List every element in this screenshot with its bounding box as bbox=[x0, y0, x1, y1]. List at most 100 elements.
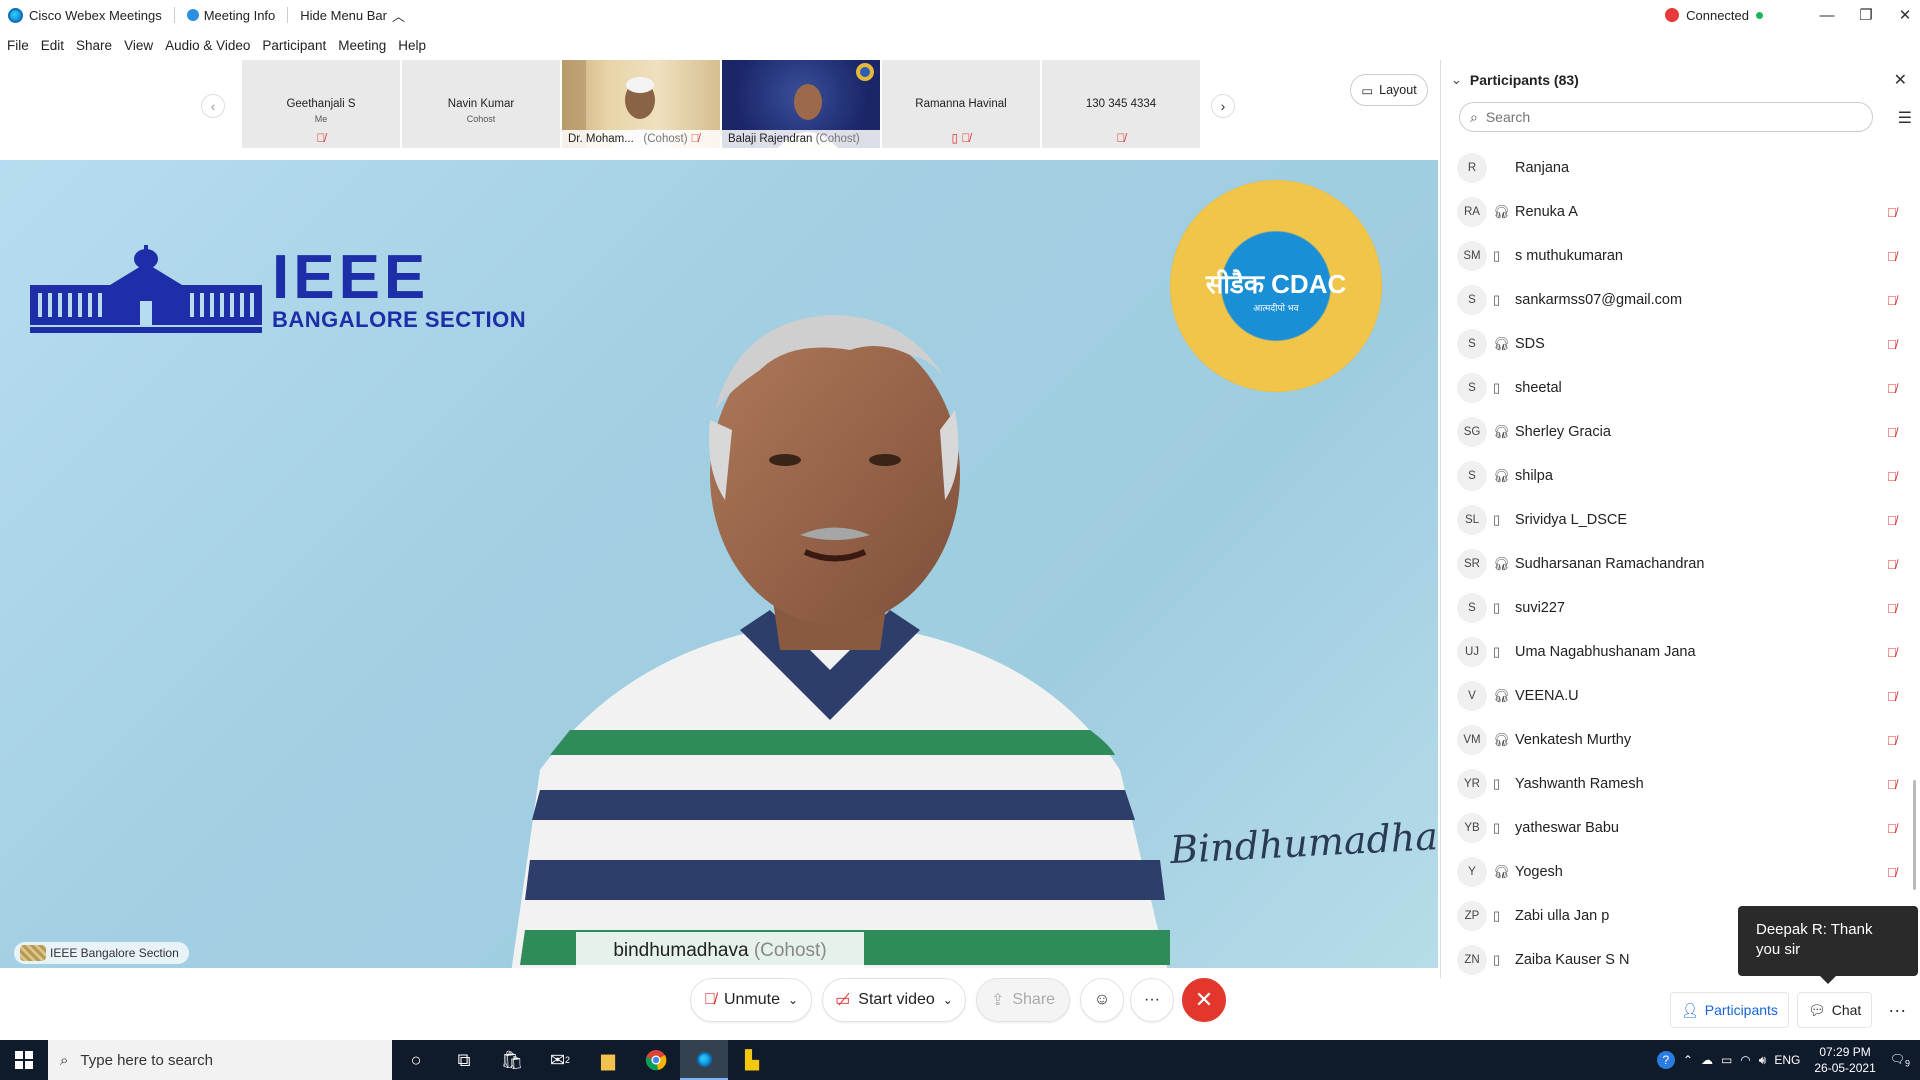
chat-toggle-button[interactable]: 💬︎ Chat bbox=[1796, 992, 1873, 1028]
participant-row[interactable]: SM ▯ s muthukumaran 🎙̸ bbox=[1441, 234, 1920, 278]
participant-video-tile[interactable]: Dr. Moham... (Cohost) 🎙̸ bbox=[562, 60, 720, 148]
muted-mic-icon[interactable]: 🎙̸ bbox=[1887, 821, 1897, 836]
reactions-button[interactable]: ☺ bbox=[1080, 978, 1124, 1022]
meeting-info-button[interactable]: Meeting Info bbox=[186, 8, 275, 23]
muted-mic-icon[interactable]: 🎙̸ bbox=[1887, 645, 1897, 660]
taskbar-search-box[interactable]: ⌕ Type here to search bbox=[48, 1040, 392, 1080]
start-button[interactable] bbox=[0, 1040, 48, 1080]
participants-toggle-button[interactable]: 👤︎ Participants bbox=[1670, 992, 1789, 1028]
participant-list-scrollbar[interactable] bbox=[1913, 780, 1916, 890]
clock-time: 07:29 PM bbox=[1819, 1045, 1871, 1059]
menu-audio-video[interactable]: Audio & Video bbox=[165, 38, 250, 53]
close-icon[interactable]: ✕ bbox=[1890, 6, 1920, 24]
menu-share[interactable]: Share bbox=[76, 38, 112, 53]
participant-row[interactable]: SG 🎧︎ Sherley Gracia 🎙̸ bbox=[1441, 410, 1920, 454]
start-video-button[interactable]: ▭̸ Start video ⌄ bbox=[822, 978, 966, 1022]
menu-meeting[interactable]: Meeting bbox=[338, 38, 386, 53]
share-button[interactable]: ⇪ Share bbox=[976, 978, 1070, 1022]
participant-video-tile[interactable]: Balaji Rajendran (Cohost) bbox=[722, 60, 880, 148]
cortana-icon[interactable]: ○ bbox=[392, 1040, 440, 1080]
active-speaker-video[interactable]: IEEE BANGALORE SECTION सीडैक CDAC आत्मदी… bbox=[0, 160, 1438, 968]
muted-mic-icon: 🎙̸ bbox=[316, 131, 326, 145]
menu-file[interactable]: File bbox=[7, 38, 29, 53]
participant-row[interactable]: S 🎧︎ shilpa 🎙̸ bbox=[1441, 454, 1920, 498]
chevron-down-icon[interactable]: ⌄ bbox=[943, 993, 953, 1007]
muted-mic-icon[interactable]: 🎙̸ bbox=[1887, 777, 1897, 792]
muted-mic-icon[interactable]: 🎙̸ bbox=[1887, 601, 1897, 616]
wifi-icon[interactable]: ◠ bbox=[1740, 1053, 1750, 1067]
restore-icon[interactable]: ❐ bbox=[1851, 6, 1881, 24]
muted-mic-icon[interactable]: 🎙̸ bbox=[1887, 469, 1897, 484]
language-indicator[interactable]: ENG bbox=[1774, 1053, 1800, 1067]
participant-row[interactable]: R Ranjana bbox=[1441, 146, 1920, 190]
menu-help[interactable]: Help bbox=[398, 38, 426, 53]
muted-mic-icon[interactable]: 🎙̸ bbox=[1887, 381, 1897, 396]
muted-mic-icon[interactable]: 🎙̸ bbox=[1887, 425, 1897, 440]
participant-name: sankarmss07@gmail.com bbox=[1515, 292, 1683, 308]
close-panel-icon[interactable]: ✕ bbox=[1894, 70, 1907, 90]
participant-row[interactable]: VM 🎧︎ Venkatesh Murthy 🎙̸ bbox=[1441, 718, 1920, 762]
participant-row[interactable]: S ▯ suvi227 🎙̸ bbox=[1441, 586, 1920, 630]
muted-mic-icon[interactable]: 🎙̸ bbox=[1887, 689, 1897, 704]
muted-mic-icon[interactable]: 🎙̸ bbox=[1887, 293, 1897, 308]
muted-mic-icon[interactable]: 🎙̸ bbox=[1887, 337, 1897, 352]
participant-row[interactable]: SL ▯ Srividya L_DSCE 🎙̸ bbox=[1441, 498, 1920, 542]
participant-row[interactable]: YB ▯ yatheswar Babu 🎙̸ bbox=[1441, 806, 1920, 850]
menu-edit[interactable]: Edit bbox=[41, 38, 64, 53]
volume-icon[interactable]: 🔊︎ bbox=[1759, 1053, 1767, 1068]
participant-tile[interactable]: Ramanna Havinal ▯ 🎙̸ bbox=[882, 60, 1040, 148]
store-icon[interactable]: 🛍︎ bbox=[488, 1040, 536, 1080]
show-hidden-icons[interactable]: ⌃ bbox=[1683, 1053, 1693, 1067]
mail-icon[interactable]: ✉ 2 bbox=[536, 1040, 584, 1080]
participant-name: Zabi ulla Jan p bbox=[1515, 908, 1610, 924]
chevron-up-icon: ︿ bbox=[391, 8, 405, 24]
battery-icon[interactable]: ▭ bbox=[1721, 1053, 1732, 1067]
participant-row[interactable]: Y 🎧︎ Yogesh 🎙̸ bbox=[1441, 850, 1920, 894]
participant-row[interactable]: S ▯ sankarmss07@gmail.com 🎙̸ bbox=[1441, 278, 1920, 322]
file-explorer-icon[interactable]: ▆ bbox=[584, 1040, 632, 1080]
muted-mic-icon[interactable]: 🎙̸ bbox=[1887, 865, 1897, 880]
filmstrip-prev-icon[interactable]: ‹ bbox=[201, 94, 225, 118]
hide-menu-bar-button[interactable]: Hide Menu Bar ︿ bbox=[300, 6, 405, 25]
minimize-icon[interactable]: — bbox=[1812, 7, 1842, 24]
connection-status[interactable]: Connected bbox=[1665, 8, 1763, 23]
phone-icon: ▯ bbox=[1493, 776, 1501, 791]
clock[interactable]: 07:29 PM 26-05-2021 bbox=[1814, 1044, 1875, 1076]
muted-mic-icon[interactable]: 🎙̸ bbox=[1887, 733, 1897, 748]
participant-tile[interactable]: Navin Kumar Cohost bbox=[402, 60, 560, 148]
participant-row[interactable]: S 🎧︎ SDS 🎙̸ bbox=[1441, 322, 1920, 366]
task-view-icon[interactable]: ⧉ bbox=[440, 1040, 488, 1080]
notifications-icon[interactable]: 🗨︎9 bbox=[1890, 1052, 1910, 1068]
participant-tile[interactable]: Geethanjali S Me 🎙̸ bbox=[242, 60, 400, 148]
sort-list-icon[interactable]: ☰ bbox=[1898, 108, 1912, 128]
muted-mic-icon[interactable]: 🎙̸ bbox=[1887, 249, 1897, 264]
muted-mic-icon[interactable]: 🎙̸ bbox=[1887, 513, 1897, 528]
chevron-down-icon[interactable]: ⌄ bbox=[788, 993, 798, 1007]
chrome-icon[interactable] bbox=[632, 1040, 680, 1080]
layout-button[interactable]: ▭ Layout bbox=[1350, 74, 1428, 106]
participant-row[interactable]: YR ▯ Yashwanth Ramesh 🎙̸ bbox=[1441, 762, 1920, 806]
participant-row[interactable]: S ▯ sheetal 🎙̸ bbox=[1441, 366, 1920, 410]
participant-row[interactable]: SR 🎧︎ Sudharsanan Ramachandran 🎙̸ bbox=[1441, 542, 1920, 586]
onedrive-icon[interactable]: ☁ bbox=[1701, 1053, 1713, 1067]
muted-mic-icon[interactable]: 🎙̸ bbox=[1887, 557, 1897, 572]
participant-row[interactable]: UJ ▯ Uma Nagabhushanam Jana 🎙̸ bbox=[1441, 630, 1920, 674]
collapse-chevron-icon[interactable]: ⌄ bbox=[1451, 72, 1462, 88]
participant-row[interactable]: V 🎧︎ VEENA.U 🎙̸ bbox=[1441, 674, 1920, 718]
help-icon[interactable]: ? bbox=[1656, 1051, 1675, 1069]
participant-tile[interactable]: 130 345 4334 🎙̸ bbox=[1042, 60, 1200, 148]
filmstrip-next-icon[interactable]: › bbox=[1211, 94, 1235, 118]
search-input[interactable] bbox=[1485, 109, 1846, 125]
menu-view[interactable]: View bbox=[124, 38, 153, 53]
more-options-button[interactable]: ··· bbox=[1130, 978, 1174, 1022]
menu-participant[interactable]: Participant bbox=[262, 38, 326, 53]
chat-notification[interactable]: Deepak R: Thank you sir bbox=[1738, 906, 1918, 984]
powerbi-icon[interactable]: ▙ bbox=[728, 1040, 776, 1080]
leave-meeting-button[interactable]: ✕ bbox=[1182, 978, 1226, 1022]
webex-taskbar-icon[interactable] bbox=[680, 1040, 728, 1080]
more-panels-icon[interactable]: ··· bbox=[1880, 1000, 1914, 1021]
participant-search[interactable]: ⌕ bbox=[1459, 102, 1873, 132]
unmute-button[interactable]: 🎙̸ Unmute ⌄ bbox=[690, 978, 812, 1022]
participant-row[interactable]: RA 🎧︎ Renuka A 🎙̸ bbox=[1441, 190, 1920, 234]
muted-mic-icon[interactable]: 🎙̸ bbox=[1887, 205, 1897, 220]
